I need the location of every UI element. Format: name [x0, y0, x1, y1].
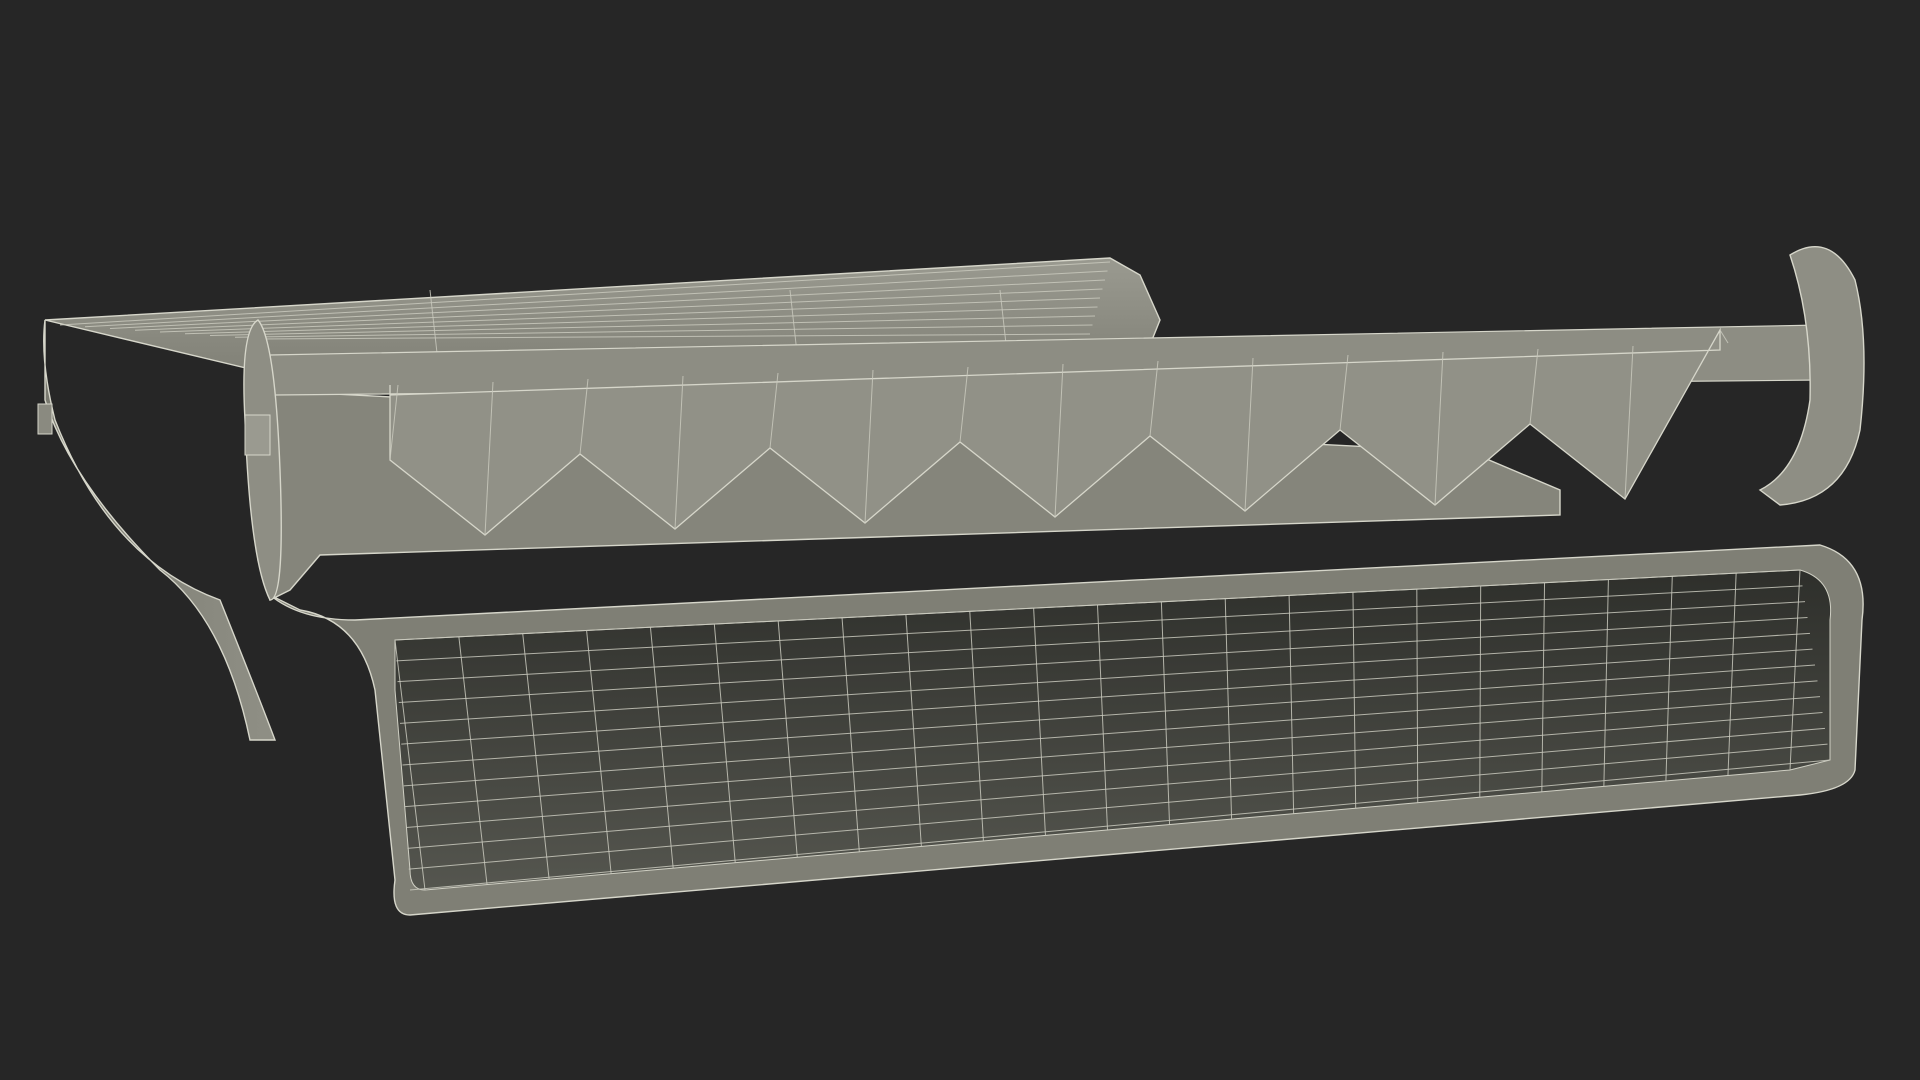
3d-viewport[interactable]: [0, 0, 1920, 1080]
wireframe-model: [37, 246, 1865, 916]
lower-tray: [269, 544, 1864, 916]
lid-left-side: [43, 319, 277, 741]
left-end-disc: [37, 319, 282, 601]
